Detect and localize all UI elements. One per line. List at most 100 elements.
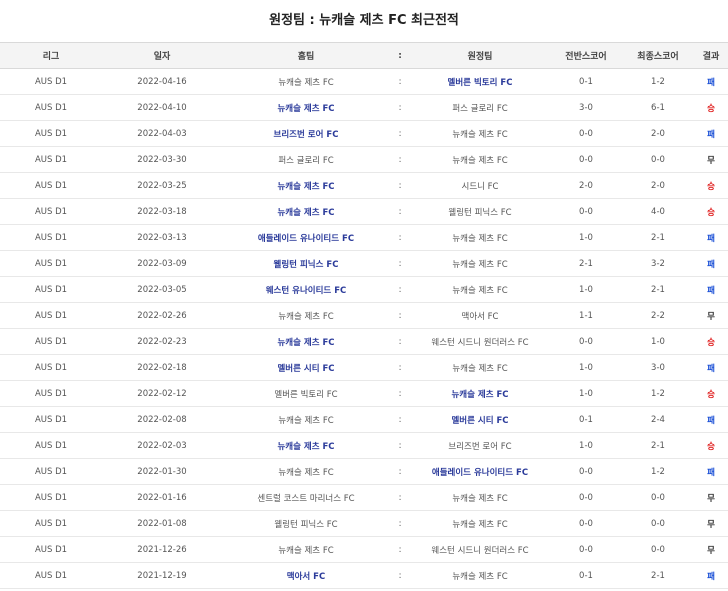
home-team-cell: 뉴캐슬 제츠 FC [277,337,335,348]
final-score-cell: 0-0 [651,544,665,555]
date-cell: 2021-12-19 [137,570,187,581]
result-cell: 승 [707,207,715,218]
league-cell: AUS D1 [34,258,68,269]
separator-cell: : [398,154,402,165]
result-cell: 승 [707,181,715,192]
home-team-cell: 퍼스 글로리 FC [278,155,334,166]
league-cell: AUS D1 [34,310,68,321]
date-cell: 2022-03-09 [137,258,187,269]
home-team-cell: 웰링턴 피닉스 FC [274,519,338,530]
separator-cell: : [398,544,402,555]
result-cell: 패 [707,233,715,244]
date-cell: 2022-04-03 [137,128,187,139]
half-score-cell: 0-0 [579,466,593,477]
final-score-cell: 0-0 [651,492,665,503]
date-cell: 2022-02-08 [137,414,187,425]
result-cell: 무 [707,519,715,530]
home-team-cell: 뉴캐슬 제츠 FC [278,467,334,478]
league-cell: AUS D1 [34,232,68,243]
separator-cell: : [398,284,402,295]
date-cell: 2022-03-30 [137,154,187,165]
final-score-cell: 2-0 [651,180,665,191]
half-score-cell: 1-1 [579,310,593,321]
table-row: AUS D1 2022-02-03 뉴캐슬 제츠 FC: 브리즈번 로어 FC 1-0 2… [0,433,728,459]
home-team-cell: 브리즈번 로어 FC [273,129,339,140]
date-cell: 2022-02-03 [137,440,187,451]
table-row: AUS D1 2022-02-08 뉴캐슬 제츠 FC: 멜버른 시티 FC 0-1 2-… [0,407,728,433]
result-cell: 패 [707,285,715,296]
away-team-cell: 퍼스 글로리 FC [452,103,508,114]
date-cell: 2022-02-26 [137,310,187,321]
away-team-cell: 뉴캐슬 제츠 FC [452,155,508,166]
half-score-cell: 0-0 [579,206,593,217]
final-score-cell: 4-0 [651,206,665,217]
final-score-cell: 2-1 [651,232,665,243]
final-score-cell: 2-1 [651,570,665,581]
home-team-cell: 멜버른 빅토리 FC [274,389,338,400]
result-cell: 패 [707,259,715,270]
match-history-table: 리그 일자 홈팀 : 원정팀 전반스코어 최종스코어 결과 AUS D1 2022… [0,42,728,589]
league-cell: AUS D1 [34,492,68,503]
final-score-cell: 3-2 [651,258,665,269]
table-row: AUS D1 2022-02-18 멜버른 시티 FC: 뉴캐슬 제츠 FC 1-0 3-… [0,355,728,381]
half-score-cell: 0-0 [579,518,593,529]
table-row: AUS D1 2022-04-03 브리즈번 로어 FC: 뉴캐슬 제츠 FC 0-0 2… [0,121,728,147]
separator-cell: : [398,206,402,217]
home-team-cell: 뉴캐슬 제츠 FC [277,207,335,218]
league-cell: AUS D1 [34,414,68,425]
away-team-cell: 웰링턴 피닉스 FC [448,207,512,218]
table-row: AUS D1 2022-03-30 퍼스 글로리 FC: 뉴캐슬 제츠 FC 0-0 0-… [0,147,728,173]
result-cell: 무 [707,545,715,556]
league-cell: AUS D1 [34,154,68,165]
final-score-cell: 0-0 [651,518,665,529]
date-cell: 2022-01-08 [137,518,187,529]
final-score-cell: 2-1 [651,284,665,295]
separator-cell: : [398,128,402,139]
result-cell: 승 [707,389,715,400]
half-score-cell: 0-0 [579,128,593,139]
away-team-cell: 애들레이드 유나이티드 FC [431,467,529,478]
half-score-cell: 1-0 [579,388,593,399]
away-team-cell: 뉴캐슬 제츠 FC [452,493,508,504]
final-score-cell: 2-2 [651,310,665,321]
home-team-cell: 뉴캐슬 제츠 FC [277,181,335,192]
table-row: AUS D1 2022-03-25 뉴캐슬 제츠 FC: 시드니 FC 2-0 2-0 승 [0,173,728,199]
home-team-cell: 뉴캐슬 제츠 FC [277,103,335,114]
col-header-result: 결과 [702,52,720,62]
date-cell: 2022-03-25 [137,180,187,191]
home-team-cell: 애들레이드 유나이티드 FC [257,233,355,244]
half-score-cell: 0-0 [579,492,593,503]
table-body: AUS D1 2022-04-16 뉴캐슬 제츠 FC: 멜버른 빅토리 FC 0-1 1… [0,69,728,589]
away-team-cell: 멜버른 시티 FC [451,415,509,426]
final-score-cell: 1-2 [651,466,665,477]
separator-cell: : [398,388,402,399]
result-cell: 패 [707,363,715,374]
home-team-cell: 뉴캐슬 제츠 FC [278,415,334,426]
away-team-cell: 뉴캐슬 제츠 FC [452,519,508,530]
table-row: AUS D1 2022-04-16 뉴캐슬 제츠 FC: 멜버른 빅토리 FC 0-1 1… [0,69,728,95]
away-team-cell: 뉴캐슬 제츠 FC [452,363,508,374]
final-score-cell: 1-2 [651,388,665,399]
final-score-cell: 2-0 [651,128,665,139]
result-cell: 승 [707,441,715,452]
result-cell: 무 [707,155,715,166]
final-score-cell: 1-0 [651,336,665,347]
home-team-cell: 뉴캐슬 제츠 FC [278,77,334,88]
date-cell: 2022-02-12 [137,388,187,399]
away-team-cell: 뉴캐슬 제츠 FC [452,571,508,582]
home-team-cell: 뉴캐슬 제츠 FC [278,545,334,556]
table-row: AUS D1 2022-03-05 웨스턴 유나이티드 FC: 뉴캐슬 제츠 FC 1-… [0,277,728,303]
table-row: AUS D1 2022-02-23 뉴캐슬 제츠 FC: 웨스턴 시드니 원더러스 F… [0,329,728,355]
table-row: AUS D1 2022-03-09 웰링턴 피닉스 FC: 뉴캐슬 제츠 FC 2-1 3… [0,251,728,277]
table-row: AUS D1 2022-01-08 웰링턴 피닉스 FC: 뉴캐슬 제츠 FC 0-0 0… [0,511,728,537]
separator-cell: : [398,570,402,581]
away-team-cell: 브리즈번 로어 FC [448,441,512,452]
home-team-cell: 뉴캐슬 제츠 FC [278,311,334,322]
separator-cell: : [398,466,402,477]
half-score-cell: 0-0 [579,544,593,555]
league-cell: AUS D1 [34,206,68,217]
final-score-cell: 2-4 [651,414,665,425]
col-header-separator: : [398,50,402,61]
result-cell: 패 [707,467,715,478]
date-cell: 2022-04-16 [137,76,187,87]
